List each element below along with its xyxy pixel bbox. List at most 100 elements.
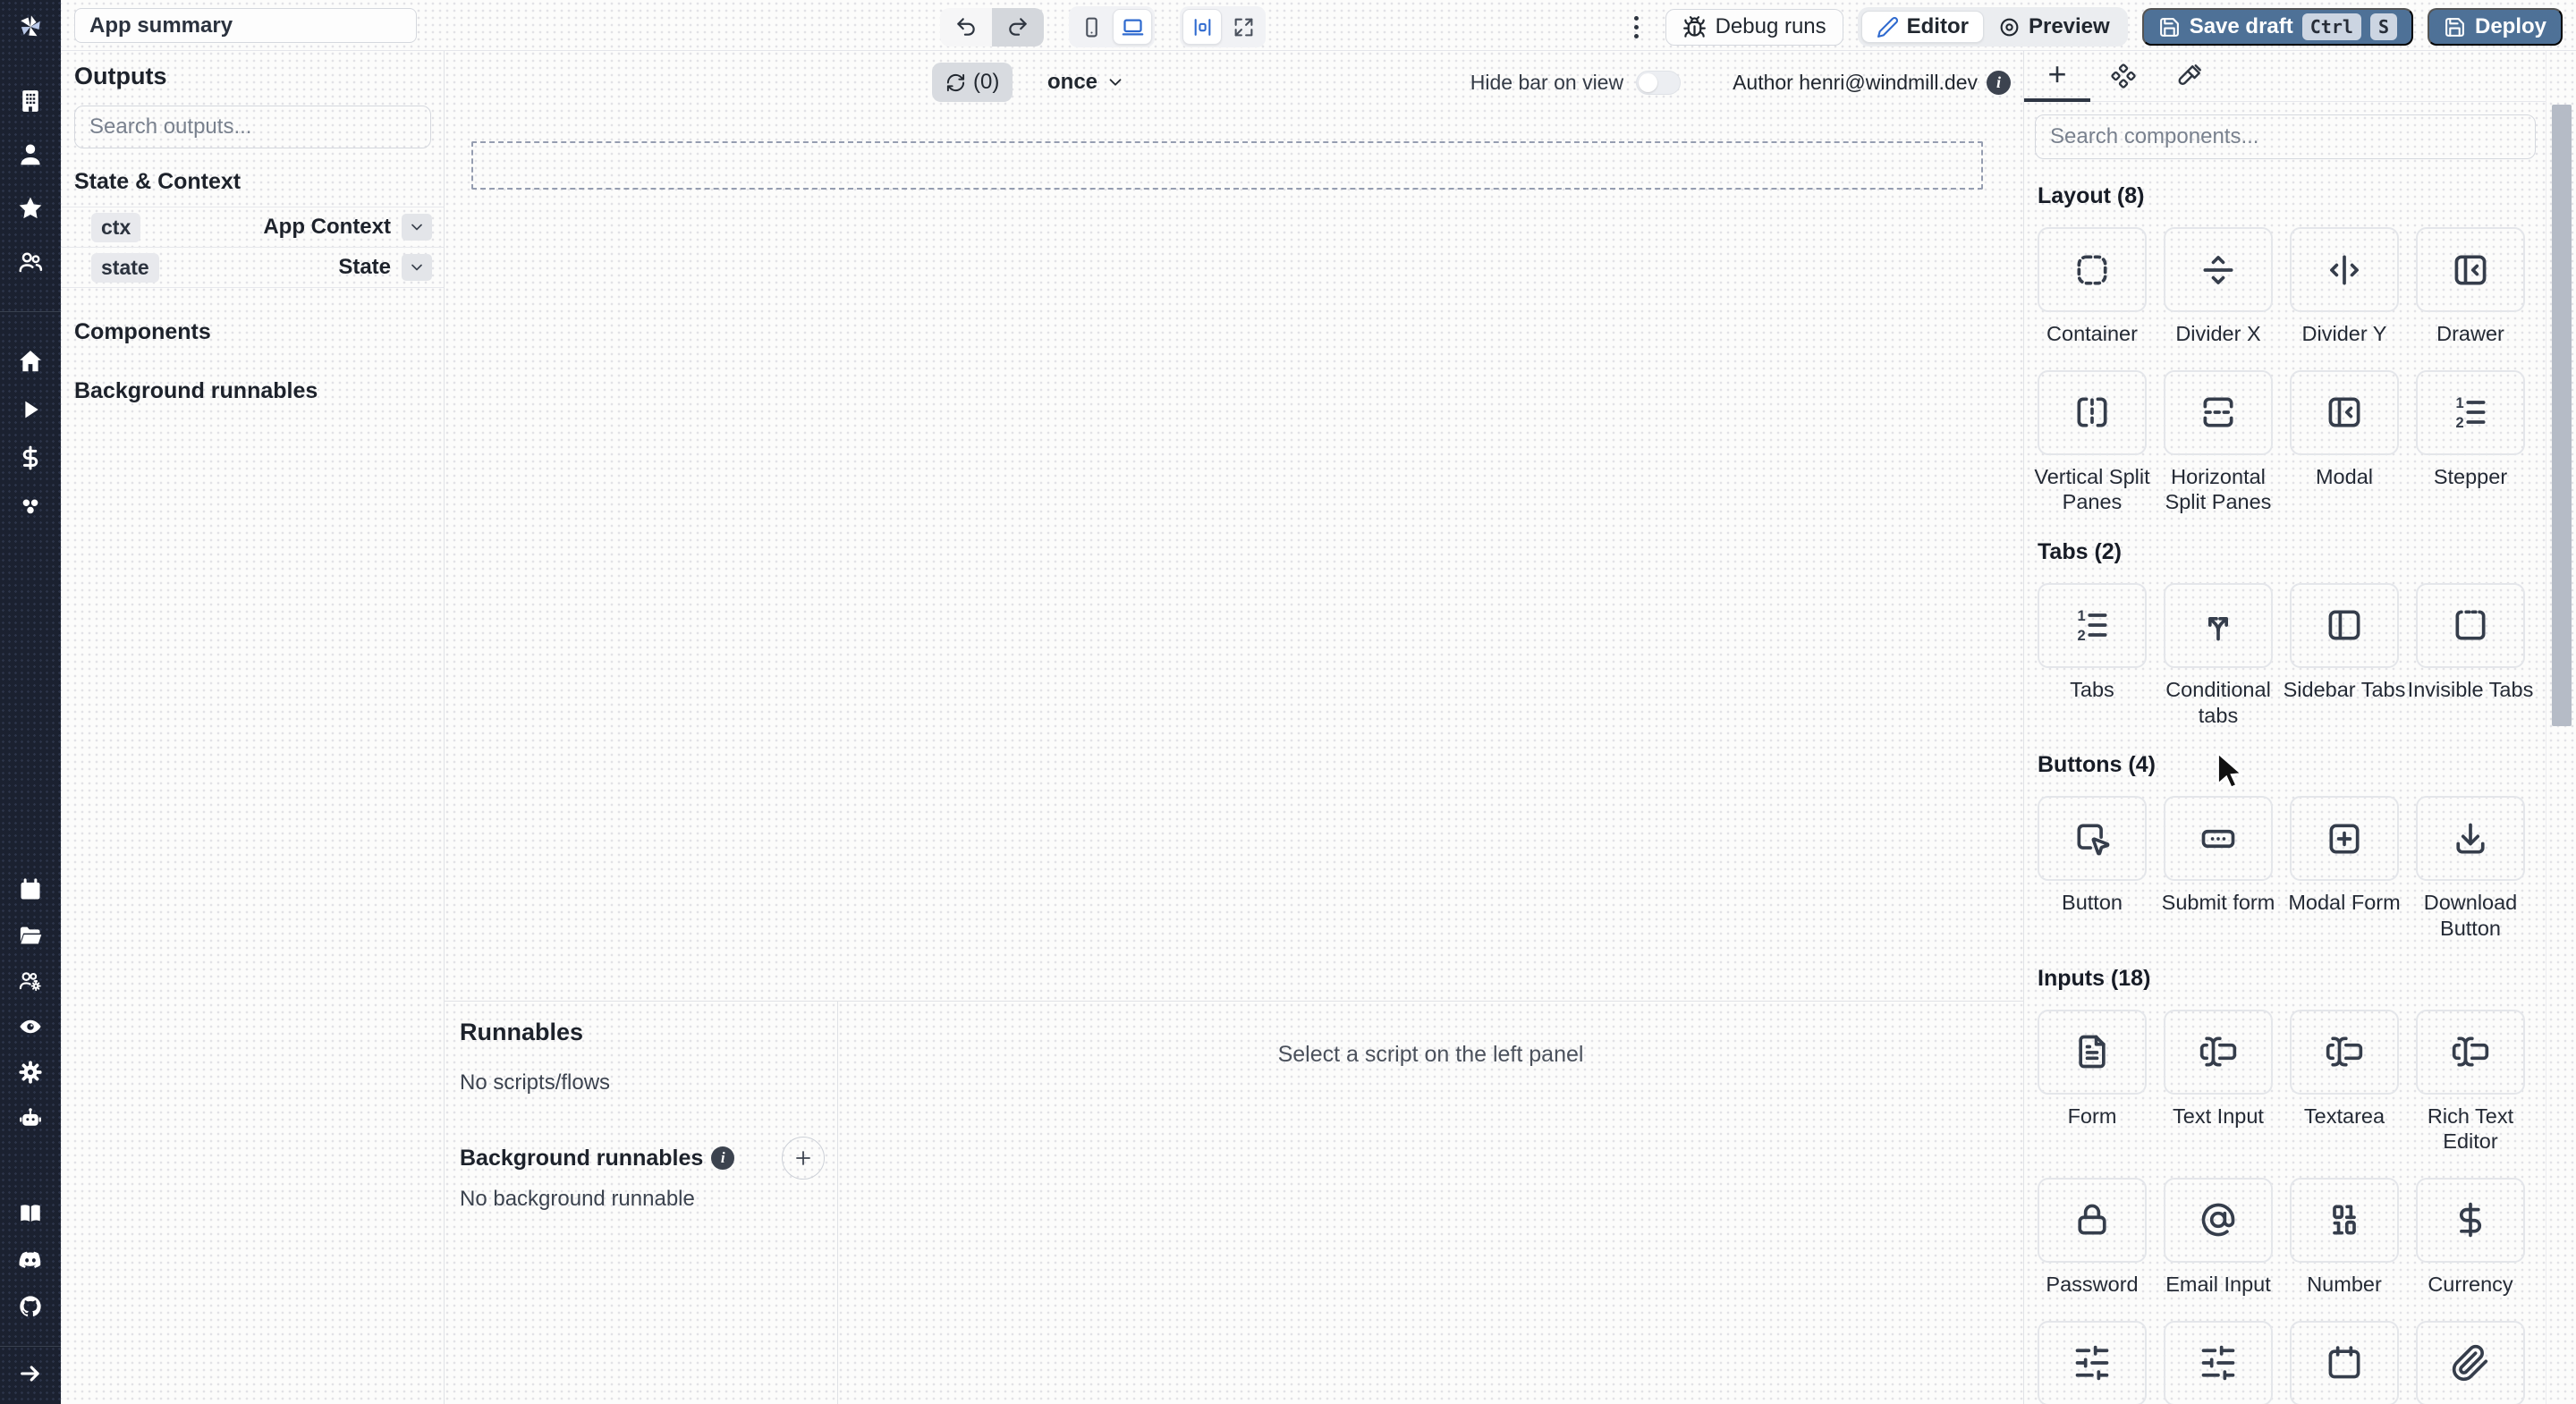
component-card-form[interactable]: Form — [2038, 1009, 2147, 1154]
component-card-drawer[interactable]: Drawer — [2416, 227, 2525, 347]
docs-book-icon[interactable] — [18, 1201, 43, 1226]
component-card-rich-text-editor[interactable]: Rich Text Editor — [2416, 1009, 2525, 1154]
runs-play-icon[interactable] — [17, 396, 44, 423]
recompute-mode-select[interactable]: once — [1037, 63, 1136, 102]
scrollbar-thumb[interactable] — [2552, 105, 2572, 726]
kbd-ctrl: Ctrl — [2301, 13, 2361, 40]
app-canvas[interactable]: (0) once Hide bar on view Author henri@w… — [445, 51, 2023, 1404]
hide-bar-toggle[interactable] — [1636, 70, 1682, 95]
github-icon[interactable] — [18, 1294, 43, 1319]
component-card-invisible-tabs[interactable]: Invisible Tabs — [2408, 582, 2533, 728]
save-draft-button[interactable]: Save draft Ctrl S — [2141, 8, 2413, 46]
component-card-date[interactable]: Date — [2290, 1320, 2399, 1404]
state-row[interactable]: state State — [61, 248, 444, 288]
component-card-divider-y[interactable]: Divider Y — [2290, 227, 2399, 347]
component-label: Vertical Split Panes — [2034, 464, 2150, 514]
more-menu-kebab-icon[interactable] — [1627, 11, 1646, 44]
component-label: Divider Y — [2301, 322, 2387, 345]
state-context-rows: ctx App Context state State — [61, 207, 444, 288]
ctx-key-chip: ctx — [91, 212, 141, 242]
component-card-submit-form[interactable]: Submit form — [2162, 796, 2275, 941]
ai-robot-icon[interactable] — [18, 1105, 43, 1130]
state-key-chip: state — [91, 252, 159, 283]
outputs-title: Outputs — [74, 63, 167, 89]
component-card-email-input[interactable]: Email Input — [2164, 1177, 2273, 1298]
settings-gear-icon[interactable] — [18, 1060, 43, 1085]
state-expand-button[interactable] — [402, 254, 432, 281]
active-tab-underline — [2024, 98, 2090, 102]
file-text-icon — [2072, 1032, 2112, 1071]
search-components-input[interactable] — [2035, 114, 2536, 159]
section-title-layout: Layout (8) — [2038, 183, 2145, 208]
component-card-password[interactable]: Password — [2038, 1177, 2147, 1298]
favorites-star-icon[interactable] — [17, 195, 44, 222]
undo-button[interactable] — [940, 7, 992, 47]
sidebar-divider — [0, 1346, 61, 1347]
component-card-modal[interactable]: Modal — [2290, 369, 2399, 515]
component-card-divider-x[interactable]: Divider X — [2164, 227, 2273, 347]
audit-eye-icon[interactable] — [18, 1014, 43, 1039]
text-cursor-icon — [2199, 1032, 2238, 1071]
schedules-calendar-icon[interactable] — [18, 877, 43, 902]
tab-insert-component[interactable]: + — [2043, 58, 2072, 90]
topbar: Debug runs Editor Preview Save draft Ctr… — [61, 0, 2576, 51]
deploy-button[interactable]: Deploy — [2427, 8, 2563, 46]
ctx-row[interactable]: ctx App Context — [61, 207, 444, 248]
folders-icon[interactable] — [18, 923, 43, 948]
component-card-text-input[interactable]: Text Input — [2164, 1009, 2273, 1154]
resources-cluster-icon[interactable] — [17, 493, 44, 520]
windmill-logo-icon[interactable] — [14, 11, 47, 43]
script-editor-pane: Select a script on the left panel — [838, 1002, 2023, 1404]
select-script-hint: Select a script on the left panel — [1277, 1042, 1584, 1067]
component-label: Button — [2062, 891, 2123, 915]
component-card-button[interactable]: Button — [2038, 796, 2147, 941]
fullscreen-button[interactable] — [1224, 9, 1263, 45]
workspace-building-icon[interactable] — [17, 88, 44, 114]
component-label: Email Input — [2165, 1272, 2271, 1296]
mobile-view-button[interactable] — [1072, 9, 1111, 45]
component-card-modal-form[interactable]: Modal Form — [2288, 796, 2401, 941]
debug-runs-button[interactable]: Debug runs — [1665, 8, 1843, 46]
desktop-view-button[interactable] — [1113, 9, 1152, 45]
component-card-file-input[interactable]: File Input — [2416, 1320, 2525, 1404]
workers-users-gear-icon[interactable] — [18, 968, 43, 994]
author-info-icon[interactable]: i — [1987, 70, 2011, 95]
center-align-button[interactable] — [1182, 9, 1222, 45]
component-card-sidebar-tabs[interactable]: Sidebar Tabs — [2284, 582, 2405, 728]
editor-tab[interactable]: Editor — [1860, 11, 1984, 43]
component-card-number[interactable]: Number — [2290, 1177, 2399, 1298]
variables-dollar-icon[interactable] — [17, 444, 44, 471]
user-icon[interactable] — [17, 141, 44, 168]
search-outputs-input[interactable] — [74, 106, 431, 148]
component-card-horizontal-split[interactable]: Horizontal Split Panes — [2164, 369, 2273, 515]
background-runnables-info-icon[interactable]: i — [711, 1146, 735, 1170]
component-card-tabs[interactable]: Tabs — [2038, 582, 2147, 728]
component-card-textarea[interactable]: Textarea — [2290, 1009, 2399, 1154]
component-card-range[interactable]: Range — [2164, 1320, 2273, 1404]
refresh-count-button[interactable]: (0) — [932, 63, 1013, 102]
redo-button[interactable] — [992, 7, 1044, 47]
paperclip-icon — [2451, 1343, 2490, 1383]
component-card-currency[interactable]: Currency — [2416, 1177, 2525, 1298]
tab-styling[interactable] — [2175, 62, 2204, 90]
component-card-stepper[interactable]: Stepper — [2416, 369, 2525, 515]
component-card-slider[interactable]: Slider — [2038, 1320, 2147, 1404]
collapse-arrow-icon[interactable] — [18, 1361, 43, 1386]
component-label: Rich Text Editor — [2427, 1104, 2514, 1154]
groups-icon[interactable] — [17, 249, 44, 275]
tab-component-settings[interactable] — [2109, 62, 2138, 90]
component-card-vertical-split[interactable]: Vertical Split Panes — [2034, 369, 2150, 515]
kbd-s: S — [2369, 13, 2397, 40]
app-summary-input[interactable] — [74, 8, 417, 43]
empty-grid-container[interactable] — [471, 141, 1983, 190]
add-background-runnable-button[interactable] — [782, 1137, 825, 1180]
component-card-download-button[interactable]: Download Button — [2416, 796, 2525, 941]
preview-tab[interactable]: Preview — [1984, 11, 2124, 43]
component-card-container[interactable]: Container — [2038, 227, 2147, 347]
ctx-expand-button[interactable] — [402, 214, 432, 241]
home-icon[interactable] — [17, 348, 44, 375]
component-label: Modal — [2315, 464, 2373, 488]
discord-icon[interactable] — [18, 1248, 43, 1273]
component-card-conditional-tabs[interactable]: Conditional tabs — [2164, 582, 2273, 728]
topbar-center-controls — [940, 6, 1266, 47]
